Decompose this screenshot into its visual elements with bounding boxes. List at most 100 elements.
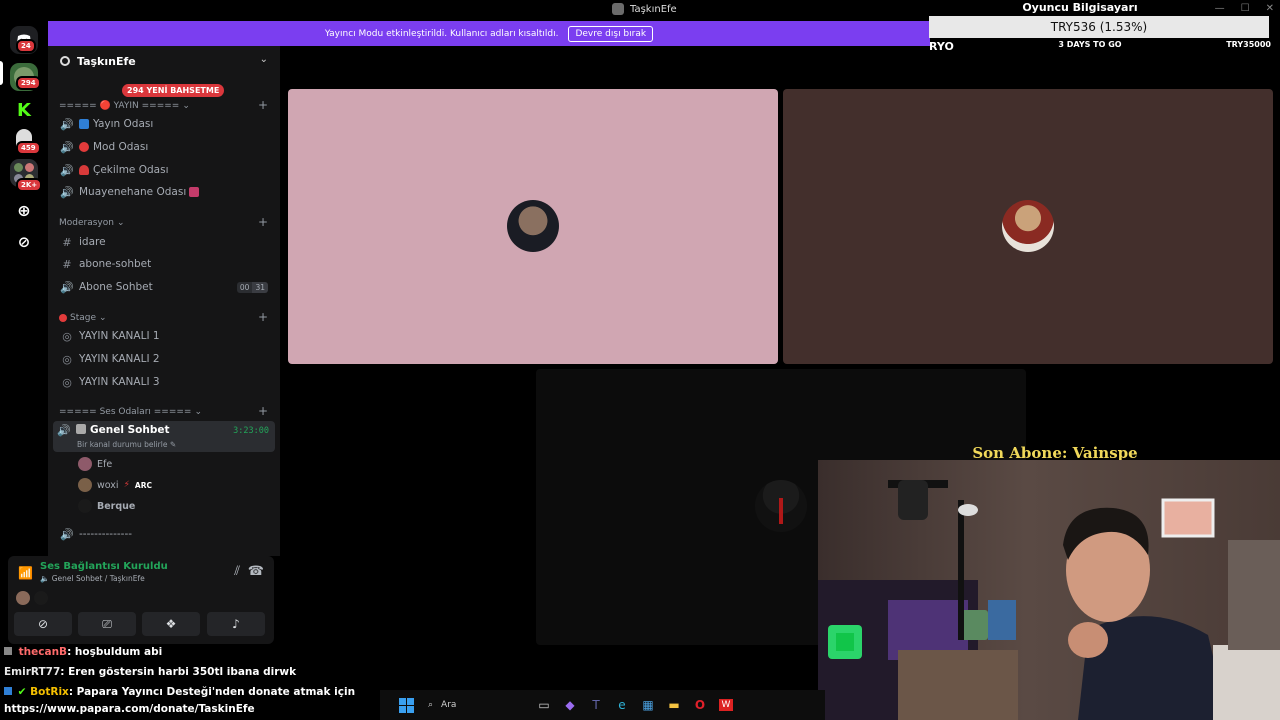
category-ses-odalari[interactable]: ===== Ses Odaları ===== ⌄: [59, 407, 202, 417]
channel-label: YAYIN KANALI 2: [79, 353, 160, 365]
red-circle-icon: [59, 314, 67, 322]
channel-sidebar: TaşkınEfe ⌄ 294 YENİ BAHSETME ===== 🔴 YA…: [48, 46, 280, 556]
channel-muayenehane[interactable]: 🔊 Muayenehane Odası: [56, 182, 274, 202]
avatar: [755, 480, 807, 532]
category-yayin[interactable]: ===== 🔴 YAYIN ===== ⌄: [59, 101, 190, 111]
speaker-icon: 🔊: [60, 163, 74, 177]
screen-share-button[interactable]: ⎚: [78, 612, 136, 636]
channel-label: --------------: [79, 528, 133, 540]
kick-server-icon[interactable]: K: [10, 96, 38, 124]
start-button[interactable]: [396, 695, 416, 715]
channel-label: YAYIN KANALI 1: [79, 330, 160, 342]
chat-link-text[interactable]: https://www.papara.com/donate/TaskinEfe: [4, 703, 255, 715]
add-channel-icon[interactable]: +: [258, 310, 268, 324]
goal-title: Oyuncu Bilgisayarı: [1022, 1, 1138, 14]
minimize-icon[interactable]: —: [1215, 3, 1225, 14]
store-button[interactable]: ▦: [638, 695, 658, 715]
copilot-icon: ◆: [565, 698, 575, 712]
explorer-button[interactable]: ▬: [664, 695, 684, 715]
avatar: [78, 457, 92, 471]
noise-suppression-icon[interactable]: ⫽: [234, 564, 240, 579]
banner-text: Yayıncı Modu etkinleştirildi. Kullanıcı …: [324, 28, 559, 39]
voice-user-name: Efe: [97, 458, 113, 470]
channel-abone-sohbet-voice[interactable]: 🔊 Abone Sohbet 00 31: [56, 277, 274, 297]
camera-off-button[interactable]: ⊘: [14, 612, 72, 636]
avatar: [34, 591, 48, 605]
add-channel-icon[interactable]: +: [258, 98, 268, 112]
channel-abone-sohbet-text[interactable]: # abone-sohbet: [56, 254, 274, 274]
opera-button[interactable]: O: [690, 695, 710, 715]
disconnect-icon[interactable]: ☎: [248, 564, 264, 579]
teams-button[interactable]: T: [586, 695, 606, 715]
channel-label: YAYIN KANALI 3: [79, 376, 160, 388]
taskbar-search[interactable]: ⌕ Ara: [422, 695, 528, 715]
video-tile[interactable]: [783, 89, 1273, 364]
guild-header[interactable]: TaşkınEfe ⌄: [48, 46, 280, 76]
streamer-mode-banner: Yayıncı Modu etkinleştirildi. Kullanıcı …: [48, 21, 930, 46]
goal-days-left: 3 DAYS TO GO: [1058, 40, 1122, 49]
chevron-down-icon[interactable]: ⌄: [260, 54, 268, 65]
channel-genel-sohbet[interactable]: 🔊 Genel Sohbet 3:23:00 Bir kanal durumu …: [53, 421, 275, 452]
server-badge: 2K+: [16, 178, 43, 192]
voice-user[interactable]: woxi ⚡ ARC: [78, 476, 152, 494]
search-placeholder: Ara: [441, 700, 457, 710]
channel-mod-odasi[interactable]: 🔊 Mod Odası: [56, 137, 274, 157]
server-badge: 459: [16, 141, 41, 155]
signal-icon[interactable]: 📶: [18, 566, 33, 580]
disable-streamer-mode-button[interactable]: Devre dışı bırak: [568, 25, 654, 42]
chat-text: : hoşbuldum abi: [67, 646, 163, 658]
new-mentions-pill[interactable]: 294 YENİ BAHSETME: [122, 84, 225, 97]
task-view-icon: ▭: [538, 698, 550, 712]
channel-yayin-kanali-2[interactable]: ◎ YAYIN KANALI 2: [56, 349, 274, 369]
add-channel-icon[interactable]: +: [258, 404, 268, 418]
voice-user[interactable]: Efe: [78, 455, 112, 473]
chevron-down-icon: ⌄: [99, 313, 107, 323]
avatar: [78, 499, 92, 513]
kick-icon: K: [17, 99, 31, 121]
wps-button[interactable]: W: [716, 695, 736, 715]
edge-button[interactable]: e: [612, 695, 632, 715]
chart-emoji-icon: [79, 119, 89, 129]
voice-user[interactable]: Berque: [78, 497, 135, 515]
explore-button[interactable]: ⊘: [10, 228, 38, 256]
add-server-button[interactable]: ⊕: [10, 196, 38, 224]
category-stage[interactable]: Stage ⌄: [59, 313, 107, 323]
stage-icon: ◎: [62, 329, 72, 343]
maximize-icon[interactable]: ☐: [1241, 3, 1250, 14]
search-icon: ⌕: [428, 700, 434, 710]
close-icon[interactable]: ✕: [1266, 3, 1274, 14]
copilot-button[interactable]: ◆: [560, 695, 580, 715]
check-icon: ✔: [17, 686, 27, 698]
chat-message: EmirRT77: Eren göstersin harbi 350tl iba…: [4, 666, 296, 678]
chat-username: thecanB: [18, 646, 68, 658]
goal-stats: RYO 3 DAYS TO GO TRY35000: [929, 40, 1271, 53]
chat-message: ✔ BotRix: Papara Yayıncı Desteği'nden do…: [4, 686, 355, 698]
category-moderasyon[interactable]: Moderasyon ⌄: [59, 218, 125, 228]
window-title-text: TaşkınEfe: [630, 3, 677, 15]
camera-off-icon: ⊘: [37, 617, 49, 631]
channel-yayin-odasi[interactable]: 🔊 Yayın Odası: [56, 114, 274, 134]
soundboard-button[interactable]: ♪: [207, 612, 265, 636]
chevron-down-icon: ⌄: [116, 218, 125, 228]
channel-dashes[interactable]: 🔊 --------------: [56, 524, 274, 544]
activities-button[interactable]: ❖: [142, 612, 200, 636]
voice-status[interactable]: Ses Bağlantısı Kuruldu: [40, 561, 168, 572]
channel-yayin-kanali-1[interactable]: ◎ YAYIN KANALI 1: [56, 326, 274, 346]
screen-share-icon: ⎚: [102, 616, 112, 631]
task-view-button[interactable]: ▭: [534, 695, 554, 715]
channel-label: Çekilme Odası: [93, 164, 169, 176]
channel-cekilme-odasi[interactable]: 🔊 Çekilme Odası: [56, 160, 274, 180]
add-channel-icon[interactable]: +: [258, 215, 268, 229]
plus-icon: ⊕: [17, 200, 31, 220]
channel-idare[interactable]: # idare: [56, 232, 274, 252]
category-label: Stage: [70, 313, 97, 323]
tie-icon: [779, 498, 783, 524]
channel-yayin-kanali-3[interactable]: ◎ YAYIN KANALI 3: [56, 372, 274, 392]
video-tile[interactable]: [288, 89, 778, 364]
server-badge: 24: [16, 39, 36, 53]
channel-status[interactable]: Bir kanal durumu belirle ✎: [77, 440, 176, 449]
avatar: [507, 200, 559, 252]
chat-text: : Eren göstersin harbi 350tl ibana dirwk: [60, 666, 297, 678]
goal-value: TRY536 (1.53%): [1050, 20, 1148, 34]
speaker-icon: 🔈: [40, 574, 50, 583]
